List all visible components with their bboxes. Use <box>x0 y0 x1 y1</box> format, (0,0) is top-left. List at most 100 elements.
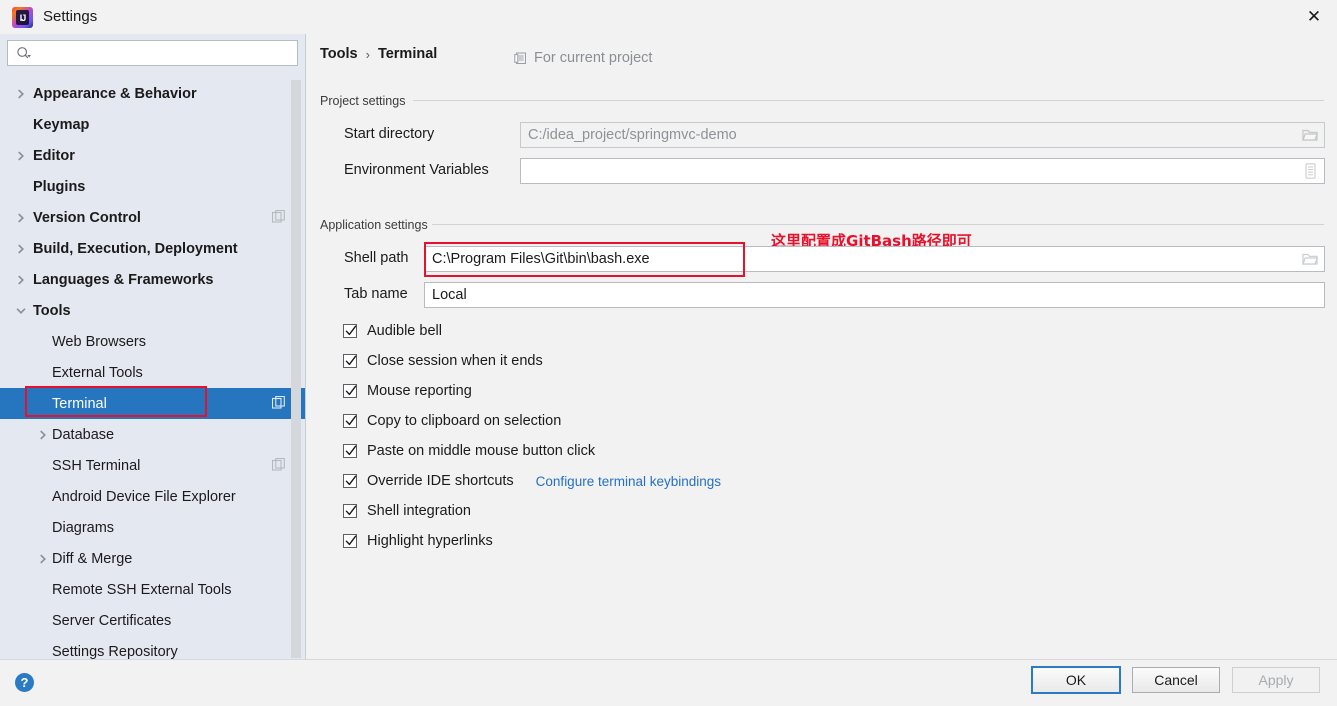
tab-name-field[interactable]: Local <box>424 282 1325 308</box>
help-icon[interactable]: ? <box>15 673 34 692</box>
sidebar-item-label: Appearance & Behavior <box>33 85 197 102</box>
checkbox-row[interactable]: Override IDE shortcuts Configure terminal… <box>343 466 721 496</box>
settings-sidebar: Appearance & Behavior Keymap Editor Plugins… <box>0 34 306 659</box>
environment-variables-browse-button[interactable] <box>1297 160 1323 182</box>
for-current-project-indicator: For current project <box>514 50 652 66</box>
sidebar-scrollbar[interactable] <box>291 80 301 658</box>
terminal-options-checkbox-group: Audible bell Close session when it ends Mo… <box>343 316 721 556</box>
sidebar-item-ssh-terminal[interactable]: SSH Terminal <box>0 450 305 481</box>
sidebar-item-external-tools[interactable]: External Tools <box>0 357 305 388</box>
start-directory-browse-button[interactable] <box>1297 124 1323 146</box>
application-settings-group-label: Application settings <box>320 218 428 232</box>
checkbox-row[interactable]: Close session when it ends <box>343 346 721 376</box>
checkbox-override-ide-shortcuts[interactable] <box>343 474 357 488</box>
sidebar-item-server-certificates[interactable]: Server Certificates <box>0 605 305 636</box>
breadcrumb-parent[interactable]: Tools <box>320 46 358 62</box>
checkbox-row[interactable]: Audible bell <box>343 316 721 346</box>
sidebar-item-label: Web Browsers <box>52 333 147 350</box>
project-settings-divider <box>413 100 1324 101</box>
chevron-down-icon[interactable] <box>14 304 28 318</box>
checkbox-highlight-hyperlinks[interactable] <box>343 534 357 548</box>
checkbox-copy-to-clipboard-on-selection[interactable] <box>343 414 357 428</box>
sidebar-item-editor[interactable]: Editor <box>0 140 305 171</box>
settings-dialog: Settings ✕ Appearance & Behavior Keymap Ed… <box>0 0 1337 706</box>
checkmark-icon <box>345 385 357 396</box>
breadcrumb: Tools › Terminal <box>320 46 437 62</box>
project-level-settings-icon <box>271 395 286 410</box>
sidebar-item-tools[interactable]: Tools <box>0 295 305 326</box>
sidebar-item-label: SSH Terminal <box>52 457 141 474</box>
checkbox-label: Audible bell <box>367 323 442 339</box>
ok-button[interactable]: OK <box>1031 666 1121 694</box>
checkmark-icon <box>345 445 357 456</box>
shell-path-browse-button[interactable] <box>1297 248 1323 270</box>
sidebar-item-languages-frameworks[interactable]: Languages & Frameworks <box>0 264 305 295</box>
checkbox-mouse-reporting[interactable] <box>343 384 357 398</box>
checkbox-row[interactable]: Paste on middle mouse button click <box>343 436 721 466</box>
sidebar-item-build-execution-deployment[interactable]: Build, Execution, Deployment <box>0 233 305 264</box>
sidebar-item-label: Server Certificates <box>52 612 172 629</box>
sidebar-item-keymap[interactable]: Keymap <box>0 109 305 140</box>
checkbox-row[interactable]: Highlight hyperlinks <box>343 526 721 556</box>
checkbox-row[interactable]: Mouse reporting <box>343 376 721 406</box>
sidebar-item-appearance-behavior[interactable]: Appearance & Behavior <box>0 78 305 109</box>
sidebar-item-database[interactable]: Database <box>0 419 305 450</box>
checkmark-icon <box>345 475 357 486</box>
sidebar-item-label: Remote SSH External Tools <box>52 581 232 598</box>
folder-icon <box>1302 253 1318 265</box>
shell-path-label: Shell path <box>344 250 409 266</box>
checkbox-row[interactable]: Copy to clipboard on selection <box>343 406 721 436</box>
folder-icon <box>1302 129 1318 141</box>
chevron-right-icon[interactable] <box>36 552 50 566</box>
sidebar-item-diff-merge[interactable]: Diff & Merge <box>0 543 305 574</box>
start-directory-field[interactable]: C:/idea_project/springmvc-demo <box>520 122 1325 148</box>
settings-content-pane: Tools › Terminal For current project Pro… <box>307 34 1337 659</box>
chevron-right-icon[interactable] <box>14 87 28 101</box>
sidebar-item-diagrams[interactable]: Diagrams <box>0 512 305 543</box>
checkbox-label: Highlight hyperlinks <box>367 533 493 549</box>
apply-button[interactable]: Apply <box>1232 667 1320 693</box>
chevron-right-icon[interactable] <box>14 211 28 225</box>
checkbox-audible-bell[interactable] <box>343 324 357 338</box>
sidebar-item-settings-repository[interactable]: Settings Repository <box>0 636 305 660</box>
search-input[interactable] <box>38 42 293 64</box>
application-settings-divider <box>432 224 1324 225</box>
sidebar-item-android-device-file-explorer[interactable]: Android Device File Explorer <box>0 481 305 512</box>
cancel-button[interactable]: Cancel <box>1132 667 1220 693</box>
sidebar-item-label: Settings Repository <box>52 643 178 660</box>
shell-path-value: C:\Program Files\Git\bin\bash.exe <box>432 251 650 267</box>
checkmark-icon <box>345 535 357 546</box>
checkbox-label: Override IDE shortcuts <box>367 473 514 489</box>
sidebar-item-version-control[interactable]: Version Control <box>0 202 305 233</box>
checkbox-row[interactable]: Shell integration <box>343 496 721 526</box>
sidebar-item-plugins[interactable]: Plugins <box>0 171 305 202</box>
tab-name-value: Local <box>432 287 467 303</box>
checkbox-shell-integration[interactable] <box>343 504 357 518</box>
breadcrumb-current: Terminal <box>377 46 438 62</box>
sidebar-item-web-browsers[interactable]: Web Browsers <box>0 326 305 357</box>
checkbox-paste-on-middle-mouse-button-click[interactable] <box>343 444 357 458</box>
chevron-right-icon[interactable] <box>14 242 28 256</box>
checkbox-label: Paste on middle mouse button click <box>367 443 596 459</box>
sidebar-item-label: Database <box>52 426 115 443</box>
environment-variables-field[interactable] <box>520 158 1325 184</box>
sidebar-item-remote-ssh-external-tools[interactable]: Remote SSH External Tools <box>0 574 305 605</box>
sidebar-item-label: Build, Execution, Deployment <box>33 240 238 257</box>
shell-path-field[interactable]: C:\Program Files\Git\bin\bash.exe <box>424 246 1325 272</box>
configure-terminal-keybindings-link[interactable]: Configure terminal keybindings <box>536 474 721 489</box>
chevron-right-icon[interactable] <box>36 428 50 442</box>
checkmark-icon <box>345 325 357 336</box>
close-icon[interactable]: ✕ <box>1291 0 1337 34</box>
sidebar-item-label: Editor <box>33 147 75 164</box>
chevron-right-icon[interactable] <box>14 273 28 287</box>
variables-list-icon <box>1304 163 1316 179</box>
checkbox-close-session-when-it-ends[interactable] <box>343 354 357 368</box>
start-directory-label: Start directory <box>344 126 435 142</box>
search-field-wrapper[interactable] <box>7 40 298 66</box>
chevron-right-icon[interactable] <box>14 149 28 163</box>
project-settings-group-label: Project settings <box>320 94 406 108</box>
sidebar-item-terminal[interactable]: Terminal <box>0 388 305 419</box>
window-titlebar: Settings ✕ <box>0 0 1337 34</box>
intellij-idea-logo <box>12 7 33 28</box>
project-scope-icon <box>514 52 526 64</box>
